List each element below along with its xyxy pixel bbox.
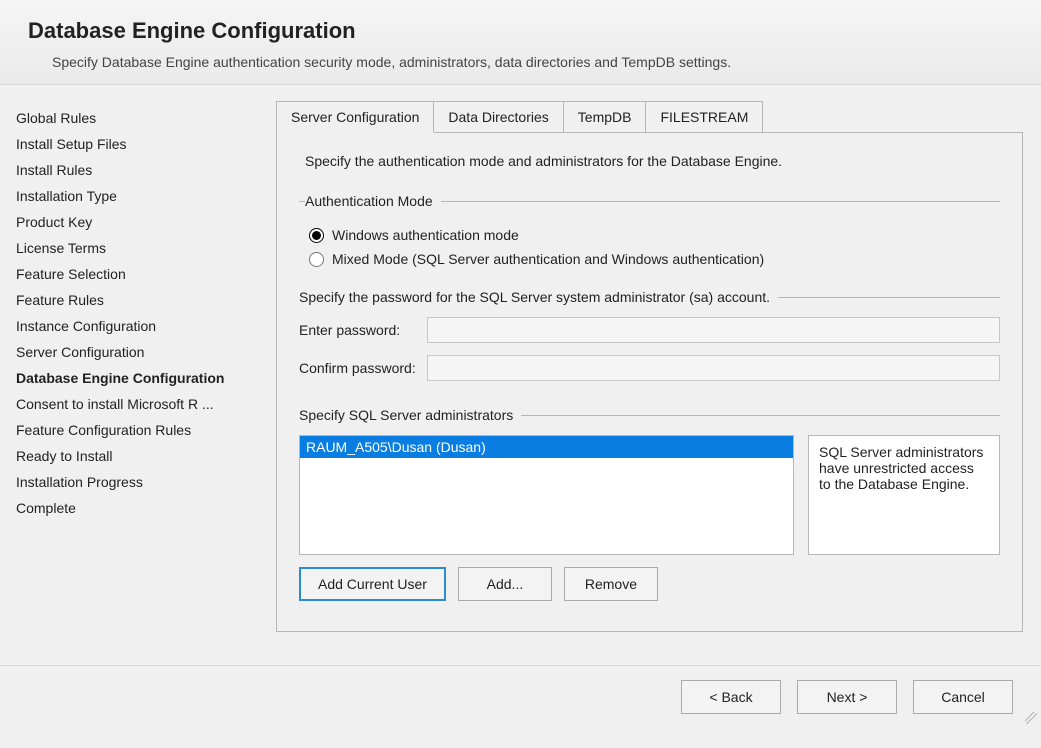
panel-intro-text: Specify the authentication mode and admi… [305, 153, 1000, 169]
step-item[interactable]: License Terms [16, 235, 242, 261]
cancel-button[interactable]: Cancel [913, 680, 1013, 714]
sql-admins-legend: Specify SQL Server administrators [299, 407, 521, 423]
step-item[interactable]: Instance Configuration [16, 313, 242, 339]
step-item[interactable]: Install Rules [16, 157, 242, 183]
step-item[interactable]: Installation Type [16, 183, 242, 209]
step-item[interactable]: Ready to Install [16, 443, 242, 469]
radio-mixed-auth[interactable] [309, 252, 324, 267]
enter-password-input[interactable] [427, 317, 1000, 343]
tab-strip: Server ConfigurationData DirectoriesTemp… [276, 101, 1023, 132]
tab[interactable]: FILESTREAM [645, 101, 763, 132]
step-item[interactable]: Global Rules [16, 105, 242, 131]
tab[interactable]: Data Directories [433, 101, 563, 132]
wizard-body: Global RulesInstall Setup FilesInstall R… [0, 85, 1041, 666]
page-subtitle: Specify Database Engine authentication s… [52, 54, 1013, 70]
sa-password-legend: Specify the password for the SQL Server … [299, 289, 778, 305]
step-item[interactable]: Install Setup Files [16, 131, 242, 157]
resize-grip-icon[interactable] [1025, 712, 1037, 724]
enter-password-label: Enter password: [299, 322, 427, 338]
radio-mixed-auth-row[interactable]: Mixed Mode (SQL Server authentication an… [305, 251, 1000, 267]
main-panel: Server ConfigurationData DirectoriesTemp… [258, 85, 1041, 665]
server-configuration-panel: Specify the authentication mode and admi… [276, 132, 1023, 632]
step-item[interactable]: Server Configuration [16, 339, 242, 365]
step-sidebar: Global RulesInstall Setup FilesInstall R… [0, 85, 258, 665]
wizard-footer: < Back Next > Cancel [0, 666, 1041, 728]
sql-admins-group: Specify SQL Server administrators RAUM_A… [299, 407, 1000, 601]
authentication-mode-group: Authentication Mode Windows authenticati… [299, 193, 1000, 275]
enter-password-row: Enter password: [299, 317, 1000, 343]
step-item[interactable]: Installation Progress [16, 469, 242, 495]
step-item[interactable]: Product Key [16, 209, 242, 235]
sql-admin-item[interactable]: RAUM_A505\Dusan (Dusan) [300, 436, 793, 458]
add-button[interactable]: Add... [458, 567, 552, 601]
tab[interactable]: TempDB [563, 101, 647, 132]
sql-admins-info: SQL Server administrators have unrestric… [808, 435, 1000, 555]
authentication-mode-legend: Authentication Mode [305, 193, 441, 209]
next-button[interactable]: Next > [797, 680, 897, 714]
radio-windows-auth-label[interactable]: Windows authentication mode [332, 227, 519, 243]
step-item[interactable]: Consent to install Microsoft R ... [16, 391, 242, 417]
step-item[interactable]: Feature Configuration Rules [16, 417, 242, 443]
step-item[interactable]: Complete [16, 495, 242, 521]
confirm-password-row: Confirm password: [299, 355, 1000, 381]
sql-admins-buttons: Add Current User Add... Remove [299, 567, 1000, 601]
page-title: Database Engine Configuration [28, 18, 1013, 44]
confirm-password-input[interactable] [427, 355, 1000, 381]
back-button[interactable]: < Back [681, 680, 781, 714]
radio-windows-auth-row[interactable]: Windows authentication mode [305, 227, 1000, 243]
radio-mixed-auth-label[interactable]: Mixed Mode (SQL Server authentication an… [332, 251, 764, 267]
wizard-header: Database Engine Configuration Specify Da… [0, 0, 1041, 85]
step-list: Global RulesInstall Setup FilesInstall R… [16, 105, 242, 521]
step-item[interactable]: Feature Selection [16, 261, 242, 287]
add-current-user-button[interactable]: Add Current User [299, 567, 446, 601]
radio-windows-auth[interactable] [309, 228, 324, 243]
sa-password-group: Specify the password for the SQL Server … [299, 289, 1000, 393]
sql-admins-row: RAUM_A505\Dusan (Dusan) SQL Server admin… [299, 435, 1000, 555]
sql-admins-listbox[interactable]: RAUM_A505\Dusan (Dusan) [299, 435, 794, 555]
confirm-password-label: Confirm password: [299, 360, 427, 376]
step-item[interactable]: Feature Rules [16, 287, 242, 313]
remove-button[interactable]: Remove [564, 567, 658, 601]
step-item[interactable]: Database Engine Configuration [16, 365, 242, 391]
tab[interactable]: Server Configuration [276, 101, 434, 133]
